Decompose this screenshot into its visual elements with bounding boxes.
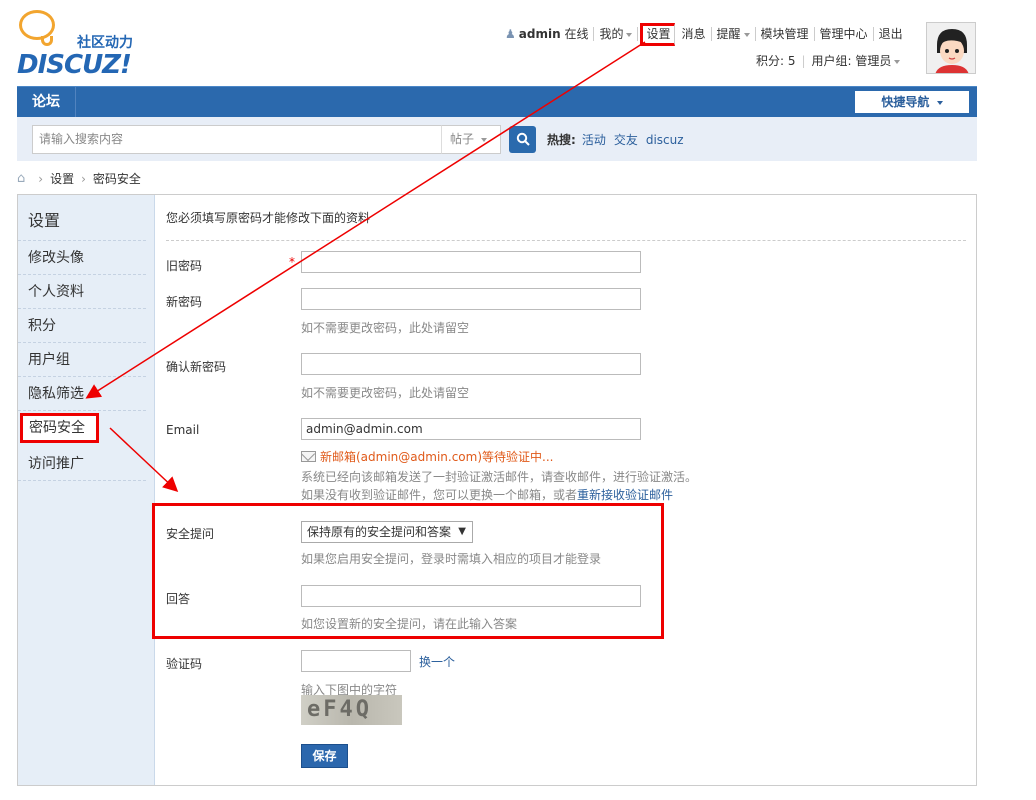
old-password-field[interactable] <box>301 251 641 273</box>
logout-link[interactable]: 退出 <box>874 27 908 41</box>
new-password-label: 新密码 <box>166 295 203 309</box>
user-toolbar: ♟ admin 在线 我的 设置 消息 提醒 模块管理 管理中心 退出 <box>500 22 908 46</box>
sidebar-item-profile[interactable]: 个人资料 <box>18 275 146 309</box>
sidebar-item-avatar[interactable]: 修改头像 <box>18 241 146 275</box>
avatar-image <box>927 23 975 73</box>
chevron-down-icon <box>626 32 633 37</box>
messages-link[interactable]: 消息 <box>677 27 712 41</box>
captcha-refresh-link[interactable]: 换一个 <box>419 653 455 670</box>
reminders-menu[interactable]: 提醒 <box>712 27 756 41</box>
sidebar-item-usergroup[interactable]: 用户组 <box>18 343 146 377</box>
new-password-hint: 如不需要更改密码，此处请留空 <box>301 321 470 335</box>
breadcrumb-separator: › <box>38 171 44 186</box>
sidebar-item-password-security[interactable]: 密码安全 <box>20 413 99 443</box>
breadcrumb-settings[interactable]: 设置 <box>50 170 74 187</box>
breadcrumb-current: 密码安全 <box>92 172 141 186</box>
answer-label: 回答 <box>166 592 191 606</box>
email-label: Email <box>166 423 200 437</box>
search-input[interactable]: 请输入搜索内容 <box>32 125 442 154</box>
user-group-menu[interactable]: 用户组: 管理员 <box>806 52 907 69</box>
search-bar: 请输入搜索内容 帖子 热搜: 活动 交友 discuz <box>17 117 977 161</box>
chevron-down-icon <box>743 32 750 37</box>
nav-forum-tab[interactable]: 论坛 <box>17 87 76 117</box>
quick-nav-button[interactable]: 快捷导航 <box>855 91 969 113</box>
user-icon: ♟ <box>505 27 516 41</box>
required-mark: * <box>289 255 295 269</box>
sidebar-title: 设置 <box>18 195 146 241</box>
sidebar-item-credits[interactable]: 积分 <box>18 309 146 343</box>
breadcrumb-separator: › <box>81 171 86 186</box>
module-manage-link[interactable]: 模块管理 <box>756 27 815 41</box>
dropdown-arrow-icon: ▼ <box>458 526 466 537</box>
hot-term-link[interactable]: discuz <box>646 133 684 147</box>
reminders-label: 提醒 <box>716 27 741 41</box>
lightbulb-base <box>41 36 53 46</box>
confirm-password-hint: 如不需要更改密码，此处请留空 <box>301 386 470 400</box>
search-type-label: 帖子 <box>450 132 475 146</box>
breadcrumb: ⌂ › 设置 › 密码安全 <box>17 170 141 187</box>
old-password-label: 旧密码 <box>166 259 203 273</box>
security-question-label: 安全提问 <box>166 527 215 541</box>
points-link[interactable]: 积分: 5 <box>750 52 802 69</box>
hot-term-link[interactable]: 活动 <box>582 133 606 147</box>
email-pending-text: 新邮箱(admin@admin.com)等待验证中... <box>320 450 554 464</box>
settings-link[interactable]: 设置 <box>640 22 675 46</box>
discuz-logo[interactable]: 社区动力 DISCUZ! <box>17 10 152 80</box>
captcha-label: 验证码 <box>166 657 203 671</box>
answer-field[interactable] <box>301 585 641 607</box>
confirm-password-label: 确认新密码 <box>166 360 227 374</box>
email-not-received-text: 如果没有收到验证邮件，您可以更换一个邮箱，或者 <box>301 488 578 502</box>
confirm-password-field[interactable] <box>301 353 641 375</box>
main-navbar: 论坛 快捷导航 <box>17 86 977 117</box>
email-resend-hint: 如果没有收到验证邮件，您可以更换一个邮箱，或者重新接收验证邮件 <box>301 486 673 503</box>
logo-text: DISCUZ! <box>17 50 132 80</box>
chevron-down-icon <box>480 137 487 142</box>
answer-hint: 如您设置新的安全提问，请在此输入答案 <box>301 617 518 631</box>
sidebar-item-privacy[interactable]: 隐私筛选 <box>18 377 146 411</box>
email-field[interactable] <box>301 418 641 440</box>
user-group-label: 用户组: 管理员 <box>811 54 892 68</box>
search-icon <box>516 132 530 146</box>
form-notice: 您必须填写原密码才能修改下面的资料 <box>166 209 966 241</box>
security-question-value: 保持原有的安全提问和答案 <box>307 525 452 539</box>
username-link[interactable]: admin <box>519 27 561 41</box>
admin-center-link[interactable]: 管理中心 <box>815 27 874 41</box>
resend-verification-link[interactable]: 重新接收验证邮件 <box>577 488 673 502</box>
mine-label: 我的 <box>599 27 624 41</box>
online-status: 在线 <box>564 27 589 41</box>
user-stats: 积分: 5 | 用户组: 管理员 <box>750 52 906 69</box>
captcha-image[interactable]: eF4Q <box>301 695 402 725</box>
logo-subtitle: 社区动力 <box>77 35 133 51</box>
avatar[interactable] <box>926 22 976 74</box>
security-question-hint: 如果您启用安全提问，登录时需填入相应的项目才能登录 <box>301 552 602 566</box>
user-status: ♟ admin 在线 <box>500 27 595 41</box>
sidebar-item-promotion[interactable]: 访问推广 <box>18 447 146 481</box>
save-button[interactable]: 保存 <box>301 744 348 768</box>
email-pending-status: 新邮箱(admin@admin.com)等待验证中... <box>301 448 553 465</box>
captcha-field[interactable] <box>301 650 411 672</box>
chevron-down-icon <box>894 59 901 64</box>
new-password-field[interactable] <box>301 288 641 310</box>
settings-panel: 设置 修改头像 个人资料 积分 用户组 隐私筛选 密码安全 访问推广 您必须填写… <box>17 194 977 786</box>
chevron-down-icon <box>936 100 943 105</box>
email-sent-hint: 系统已经向该邮箱发送了一封验证激活邮件，请查收邮件，进行验证激活。 <box>301 470 698 484</box>
hot-search-label: 热搜: <box>547 133 576 147</box>
mail-icon <box>301 451 316 462</box>
mine-menu[interactable]: 我的 <box>594 27 639 41</box>
search-button[interactable] <box>509 126 536 153</box>
settings-sidebar: 设置 修改头像 个人资料 积分 用户组 隐私筛选 密码安全 访问推广 <box>18 195 155 785</box>
security-question-select[interactable]: 保持原有的安全提问和答案 ▼ <box>301 521 473 543</box>
hot-search: 热搜: 活动 交友 discuz <box>547 131 692 148</box>
hot-term-link[interactable]: 交友 <box>614 133 638 147</box>
search-type-select[interactable]: 帖子 <box>441 125 501 154</box>
quick-nav-label: 快捷导航 <box>881 95 930 109</box>
home-icon[interactable]: ⌂ <box>17 171 25 186</box>
